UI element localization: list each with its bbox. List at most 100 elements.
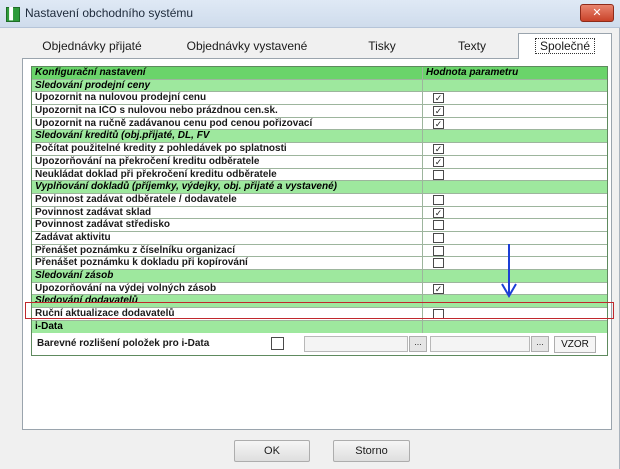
section-label: Sledování prodejní ceny: [35, 79, 151, 91]
checkbox-checked[interactable]: ✓: [433, 156, 444, 167]
setting-label: Upozorňování na překročení kreditu odběr…: [35, 155, 260, 167]
settings-window: ▌ Nastavení obchodního systému ✕ Objedná…: [0, 0, 620, 469]
grid-setting-row[interactable]: Upozornit na nulovou prodejní cenu ✓: [32, 92, 607, 106]
checkbox-unchecked[interactable]: [433, 232, 444, 243]
idata-color-field-2[interactable]: [430, 336, 530, 353]
checkbox-checked[interactable]: ✓: [433, 106, 444, 117]
value-cell: ✓: [422, 92, 607, 105]
value-cell: [422, 231, 607, 244]
grid-section-row: i-Data: [32, 320, 607, 334]
value-cell: ✓: [422, 206, 607, 219]
checkbox-checked[interactable]: ✓: [433, 144, 444, 155]
grid-setting-row[interactable]: Ruční aktualizace dodavatelů: [32, 308, 607, 321]
checkbox-unchecked[interactable]: [433, 194, 444, 205]
setting-label: Povinnost zadávat sklad: [35, 206, 152, 218]
title-bar[interactable]: ▌ Nastavení obchodního systému ✕: [0, 0, 620, 28]
tab-label: Tisky: [368, 39, 396, 53]
grid-setting-row[interactable]: Upozorňování na překročení kreditu odběr…: [32, 155, 607, 169]
checkbox-checked[interactable]: ✓: [433, 93, 444, 104]
value-cell: [422, 181, 607, 193]
checkbox-unchecked[interactable]: [433, 309, 444, 320]
tab-texty[interactable]: Texty: [432, 36, 512, 58]
grid-setting-row[interactable]: Upozornit na ručně zadávanou cenu pod ce…: [32, 117, 607, 131]
section-label: Sledování dodavatelů: [35, 295, 138, 307]
grid-section-row: Vyplňování dokladů (příjemky, výdejky, o…: [32, 181, 607, 194]
setting-label: Upozornit na ručně zadávanou cenu pod ce…: [35, 117, 313, 129]
settings-grid: Konfigurační nastavení Hodnota parametru…: [31, 66, 608, 357]
header-value-label: Hodnota parametru: [422, 67, 607, 79]
grid-header-row: Konfigurační nastavení Hodnota parametru: [32, 67, 607, 80]
setting-label: Povinnost zadávat odběratele / dodavatel…: [35, 193, 237, 205]
tab-objednavky-prijate[interactable]: Objednávky přijaté: [22, 36, 162, 58]
checkbox-unchecked[interactable]: [433, 258, 444, 269]
setting-label: Povinnost zadávat středisko: [35, 219, 171, 231]
grid-section-row: Sledování kreditů (obj.přijaté, DL, FV: [32, 130, 607, 144]
check-icon: ✓: [434, 106, 443, 117]
section-label: i-Data: [35, 320, 63, 332]
arrow-down-icon: [501, 244, 517, 298]
value-cell: ✓: [422, 105, 607, 117]
tab-label: Společné: [534, 38, 596, 54]
check-icon: ✓: [434, 283, 443, 294]
setting-label: Počítat použitelné kredity z pohledávek …: [35, 143, 287, 155]
grid-setting-row[interactable]: Přenášet poznámku k dokladu při kopírová…: [32, 257, 607, 270]
idata-color-row: Barevné rozlišení položek pro i-Data ...…: [32, 333, 607, 356]
grid-setting-row[interactable]: Povinnost zadávat středisko: [32, 219, 607, 232]
idata-color-checkbox[interactable]: [271, 337, 284, 351]
value-cell: [422, 130, 607, 143]
section-label: Sledování zásob: [35, 270, 114, 281]
grid-section-row: Sledování zásob: [32, 270, 607, 283]
setting-label: Zadávat aktivitu: [35, 231, 111, 243]
checkbox-unchecked[interactable]: [433, 169, 444, 180]
value-cell: [422, 168, 607, 181]
idata-color-field-1[interactable]: [304, 336, 408, 353]
idata-browse-button-1[interactable]: ...: [409, 336, 427, 353]
ok-button[interactable]: OK: [234, 440, 310, 462]
app-icon: ▌: [6, 7, 20, 22]
value-cell: [422, 308, 607, 320]
checkbox-checked[interactable]: ✓: [433, 283, 444, 294]
value-cell: ✓: [422, 117, 607, 130]
idata-color-label: Barevné rozlišení položek pro i-Data: [37, 338, 210, 350]
checkbox-unchecked[interactable]: [433, 245, 444, 256]
setting-label: Upozornit na nulovou prodejní cenu: [35, 92, 207, 104]
tab-tisky[interactable]: Tisky: [342, 36, 422, 58]
grid-setting-row[interactable]: Zadávat aktivitu: [32, 231, 607, 245]
idata-browse-button-2[interactable]: ...: [531, 336, 549, 353]
cancel-button[interactable]: Storno: [333, 440, 410, 462]
tab-label: Texty: [457, 39, 486, 53]
tab-bar: Objednávky přijaté Objednávky vystavené …: [22, 33, 612, 59]
grid-setting-row[interactable]: Povinnost zadávat sklad ✓: [32, 206, 607, 220]
value-cell: [422, 320, 607, 334]
grid-setting-row[interactable]: Upozornit na IČO s nulovou nebo prázdnou…: [32, 105, 607, 118]
vzor-button[interactable]: VZOR: [554, 336, 596, 354]
window-title: Nastavení obchodního systému: [25, 6, 194, 20]
check-icon: ✓: [434, 93, 443, 104]
tab-spolecne[interactable]: Společné: [518, 33, 612, 59]
close-button[interactable]: ✕: [580, 4, 614, 22]
grid-section-row: Sledování dodavatelů: [32, 295, 607, 309]
grid-setting-row[interactable]: Počítat použitelné kredity z pohledávek …: [32, 143, 607, 156]
check-icon: ✓: [434, 156, 443, 167]
grid-setting-row[interactable]: Neukládat doklad při překročení kreditu …: [32, 168, 607, 182]
value-cell: [422, 193, 607, 206]
header-config-label: Konfigurační nastavení: [35, 67, 146, 78]
setting-label: Přenášet poznámku k dokladu při kopírová…: [35, 257, 248, 269]
grid-section-row: Sledování prodejní ceny: [32, 79, 607, 93]
setting-label: Přenášet poznámku z číselníku organizací: [35, 244, 236, 256]
grid-setting-row[interactable]: Upozorňování na výdej volných zásob ✓: [32, 282, 607, 296]
checkbox-unchecked[interactable]: [433, 220, 444, 231]
value-cell: ✓: [422, 155, 607, 168]
check-icon: ✓: [434, 207, 443, 218]
setting-label: Ruční aktualizace dodavatelů: [35, 308, 175, 320]
grid-setting-row[interactable]: Povinnost zadávat odběratele / dodavatel…: [32, 193, 607, 207]
setting-label: Neukládat doklad při překročení kreditu …: [35, 168, 277, 180]
grid-setting-row[interactable]: Přenášet poznámku z číselníku organizací: [32, 244, 607, 258]
checkbox-checked[interactable]: ✓: [433, 118, 444, 129]
value-cell: [422, 219, 607, 231]
section-label: Vyplňování dokladů (příjemky, výdejky, o…: [35, 181, 337, 193]
tab-objednavky-vystavene[interactable]: Objednávky vystavené: [172, 36, 322, 58]
setting-label: Upozornit na IČO s nulovou nebo prázdnou…: [35, 105, 278, 117]
checkbox-checked[interactable]: ✓: [433, 207, 444, 218]
setting-label: Upozorňování na výdej volných zásob: [35, 282, 217, 294]
